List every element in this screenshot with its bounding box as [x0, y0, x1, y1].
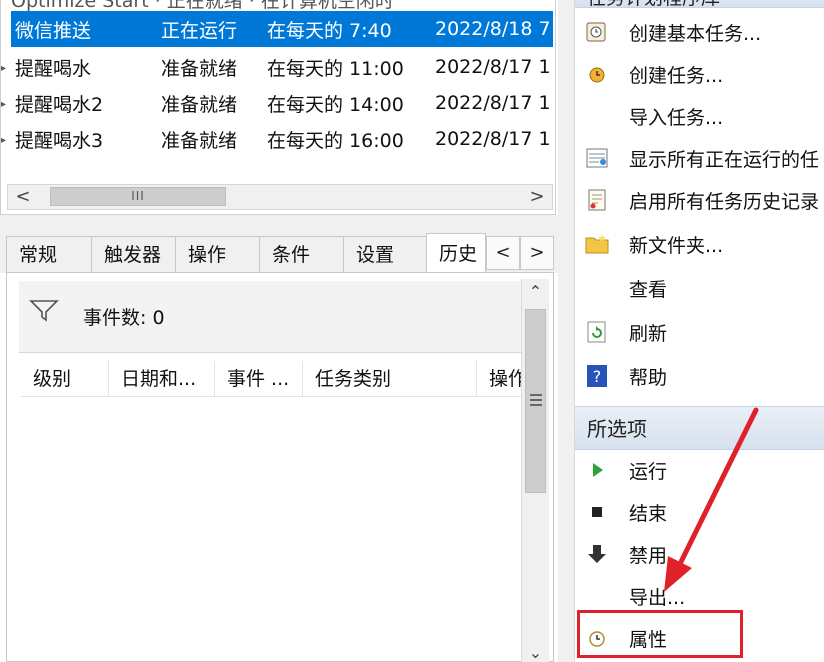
actions-section-header[interactable]: 任务计划程序库 [575, 0, 824, 9]
action-help[interactable]: ? 帮助 [575, 354, 824, 396]
action-label: 导入任务... [629, 107, 724, 129]
task-status: 准备就绪 [161, 129, 238, 152]
column-header-task-category[interactable]: 任务类别 [303, 361, 477, 397]
scroll-thumb[interactable]: III [50, 187, 226, 206]
tab-strip: 常规 触发器 操作 条件 设置 历史 < > [0, 233, 560, 273]
scroll-right-button[interactable]: > [522, 185, 552, 209]
action-create-basic-task[interactable]: 创建基本任务... [575, 10, 824, 52]
running-tasks-icon [586, 148, 608, 168]
history-icon [588, 189, 606, 211]
action-label: 禁用 [629, 545, 668, 567]
tab-next-button[interactable]: > [520, 236, 554, 270]
action-create-task[interactable]: 创建任务... [575, 52, 824, 94]
filter-icon[interactable] [29, 299, 59, 323]
action-label: 新文件夹... [629, 235, 724, 257]
row-marker-icon: ▸ [1, 63, 7, 74]
row-marker-icon: ▸ [1, 135, 7, 146]
task-next-run: 2022/8/17 1 [435, 128, 551, 150]
folder-icon [585, 234, 609, 254]
task-next-run: 2022/8/17 1 [435, 56, 551, 78]
action-refresh[interactable]: 刷新 [575, 310, 824, 352]
pane-splitter[interactable] [0, 215, 558, 233]
action-new-folder[interactable]: 新文件夹... [575, 222, 824, 264]
annotation-highlight-box [577, 610, 743, 658]
action-label: 创建基本任务... [629, 23, 762, 45]
task-row[interactable]: ▸ 提醒喝水 准备就绪 在每天的 11:00 2022/8/17 1 [1, 49, 553, 85]
task-list: Optimize Start · 正在就绪 · 在计算机空闲时 微信推送 正在运… [0, 0, 556, 215]
actions-pane-divider[interactable] [558, 0, 574, 662]
action-label: 创建任务... [629, 65, 724, 87]
task-name: 提醒喝水2 [15, 93, 104, 116]
action-label: 结束 [629, 503, 668, 525]
task-row[interactable]: ▸ 提醒喝水2 准备就绪 在每天的 14:00 2022/8/17 1 [1, 85, 553, 121]
tab-settings[interactable]: 设置 [343, 236, 427, 273]
event-count: 事件数: 0 [83, 307, 165, 329]
help-icon: ? [587, 365, 607, 387]
column-header-date[interactable]: 日期和... [109, 361, 215, 397]
action-disable[interactable]: 禁用 [575, 532, 824, 574]
task-next-run: 2022/8/18 7 [435, 18, 551, 40]
tab-general[interactable]: 常规 [6, 236, 92, 273]
scroll-thumb[interactable] [525, 309, 546, 493]
task-name: 提醒喝水3 [15, 129, 104, 152]
history-grid-header: 级别 日期和... 事件 ... 任务类别 操作 [21, 361, 527, 397]
horizontal-scrollbar[interactable]: < III > [7, 184, 553, 210]
column-header-operation[interactable]: 操作 [477, 361, 527, 397]
tab-history[interactable]: 历史 [426, 233, 486, 273]
action-import-task[interactable]: 导入任务... [575, 94, 824, 136]
selected-items-section-header[interactable]: 所选项 [575, 406, 824, 450]
task-row-partial: Optimize Start · 正在就绪 · 在计算机空闲时 [11, 0, 394, 12]
action-label: 导出... [629, 587, 686, 609]
action-label: 启用所有任务历史记录 [629, 191, 820, 213]
task-trigger: 在每天的 14:00 [267, 93, 404, 116]
action-end[interactable]: 结束 [575, 490, 824, 532]
svg-text:?: ? [593, 367, 602, 386]
task-row[interactable]: ▸ 提醒喝水3 准备就绪 在每天的 16:00 2022/8/17 1 [1, 121, 553, 157]
refresh-icon [587, 321, 606, 343]
row-marker-icon: ▸ [1, 99, 7, 110]
column-header-event[interactable]: 事件 ... [215, 361, 303, 397]
vertical-scrollbar[interactable]: ⌃ ⌄ [521, 279, 549, 662]
create-task-icon [589, 67, 605, 83]
scroll-up-button[interactable]: ⌃ [522, 279, 549, 305]
task-trigger: 在每天的 7:40 [267, 19, 392, 42]
tab-triggers[interactable]: 触发器 [91, 236, 176, 273]
action-enable-history[interactable]: 启用所有任务历史记录 [575, 178, 824, 220]
stop-icon [592, 507, 602, 517]
history-panel: 事件数: 0 级别 日期和... 事件 ... 任务类别 操作 ⌃ ⌄ [6, 272, 554, 662]
tab-prev-button[interactable]: < [486, 236, 520, 270]
filter-bar: 事件数: 0 [19, 281, 527, 353]
task-row[interactable]: 微信推送 正在运行 在每天的 7:40 2022/8/18 7 [11, 11, 553, 47]
scroll-left-button[interactable]: < [8, 185, 38, 209]
task-status: 准备就绪 [161, 93, 238, 116]
scroll-down-button[interactable]: ⌄ [522, 643, 549, 662]
task-status: 正在运行 [161, 19, 238, 42]
action-label: 查看 [629, 279, 668, 301]
tab-conditions[interactable]: 条件 [259, 236, 344, 273]
action-label: 帮助 [629, 367, 668, 389]
action-run[interactable]: 运行 [575, 448, 824, 490]
task-trigger: 在每天的 16:00 [267, 129, 404, 152]
create-basic-task-icon [586, 22, 606, 42]
tab-actions[interactable]: 操作 [175, 236, 260, 273]
task-status: 准备就绪 [161, 57, 238, 80]
run-icon [593, 463, 603, 477]
task-name: 提醒喝水 [15, 57, 92, 80]
action-view[interactable]: 查看 [575, 266, 824, 308]
actions-pane: 任务计划程序库 创建基本任务... 创建任务... 导入任务... 显示所有正在… [574, 0, 824, 662]
disable-icon [588, 545, 606, 563]
task-trigger: 在每天的 11:00 [267, 57, 404, 80]
task-name: 微信推送 [15, 19, 92, 42]
column-header-level[interactable]: 级别 [21, 361, 109, 397]
action-label: 运行 [629, 461, 668, 483]
grip-icon [530, 394, 542, 406]
action-show-running-tasks[interactable]: 显示所有正在运行的任 [575, 136, 824, 178]
task-next-run: 2022/8/17 1 [435, 92, 551, 114]
action-label: 显示所有正在运行的任 [629, 149, 820, 171]
action-label: 刷新 [629, 323, 668, 345]
